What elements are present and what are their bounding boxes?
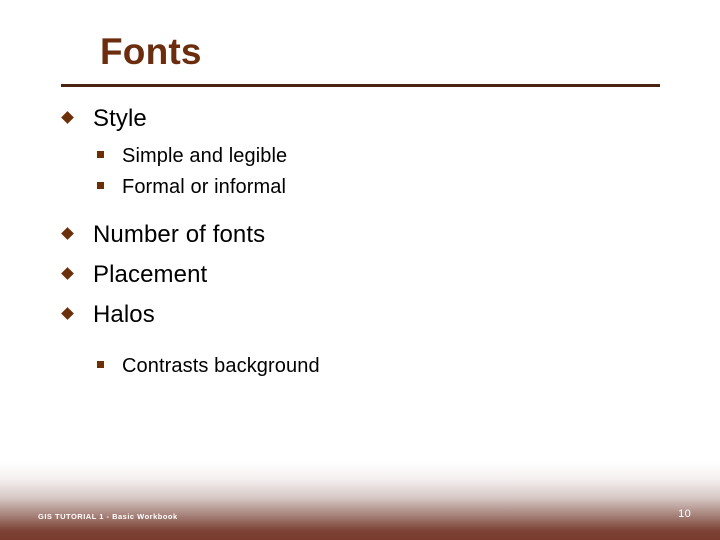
list-item-label: Number of fonts (93, 221, 266, 248)
square-bullet-icon (97, 144, 122, 158)
list-item-label: Halos (93, 301, 155, 328)
footer-label: GIS TUTORIAL 1 - Basic Workbook (38, 512, 178, 521)
square-bullet-icon (97, 175, 122, 189)
list-item: Number of fonts (61, 220, 720, 260)
list-item-label: Style (93, 105, 147, 132)
list-item: Formal or informal (97, 175, 720, 206)
list-item: Simple and legible (97, 144, 720, 175)
slide-body: Style Simple and legible Formal or infor… (0, 104, 720, 385)
list-item: Halos (61, 300, 720, 340)
title-divider (61, 84, 660, 87)
list-item-label: Placement (93, 261, 208, 288)
square-bullet-icon (97, 354, 122, 368)
list-item: Contrasts background (97, 354, 720, 385)
diamond-bullet-icon (61, 260, 93, 280)
list-item: Placement (61, 260, 720, 300)
page-title: Fonts (100, 31, 202, 72)
footer-band: GIS TUTORIAL 1 - Basic Workbook 10 (0, 462, 720, 540)
list-item-label: Contrasts background (122, 355, 320, 377)
slide: Fonts Style Simple and legible Formal or… (0, 0, 720, 540)
diamond-bullet-icon (61, 220, 93, 240)
diamond-bullet-icon (61, 104, 93, 124)
list-item-label: Formal or informal (122, 176, 287, 198)
diamond-bullet-icon (61, 300, 93, 320)
list-item-label: Simple and legible (122, 145, 288, 167)
list-item: Style (61, 104, 720, 144)
page-number: 10 (678, 508, 691, 520)
